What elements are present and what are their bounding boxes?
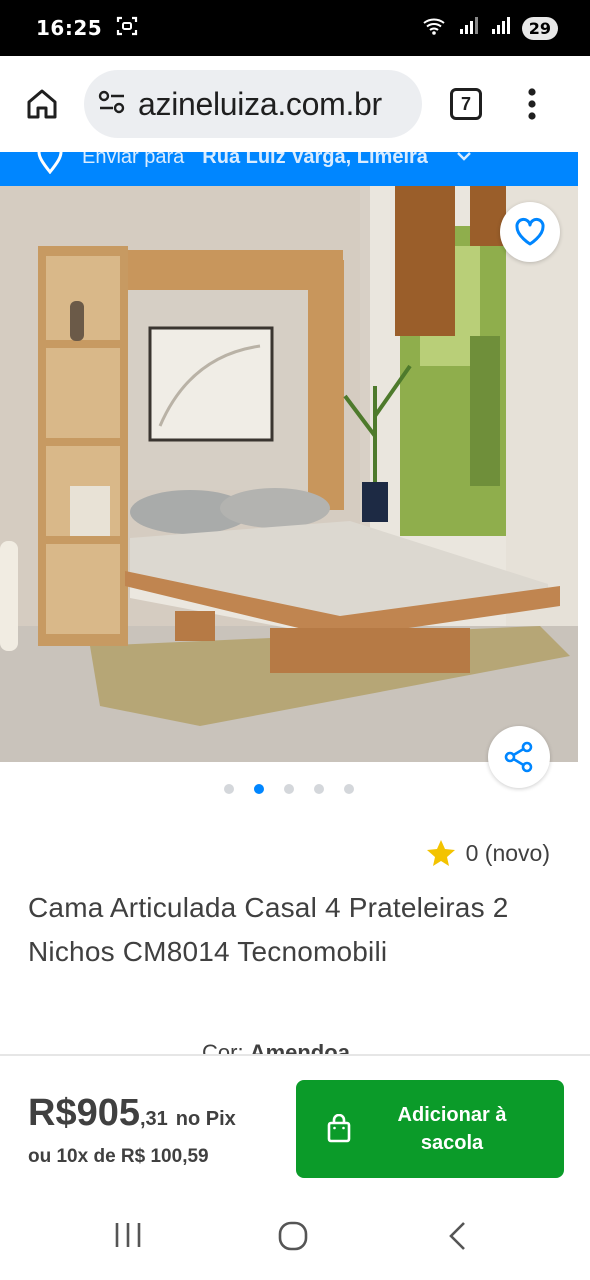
add-to-bag-button[interactable]: Adicionar à sacola xyxy=(296,1080,564,1178)
back-button[interactable] xyxy=(446,1220,470,1257)
chevron-down-icon xyxy=(457,152,471,161)
address-bar[interactable]: azineluiza.com.br xyxy=(84,70,422,138)
price-cents: ,31 xyxy=(139,1108,168,1130)
tab-switcher-button[interactable]: 7 xyxy=(430,56,502,152)
product-rating[interactable]: 0 (novo) xyxy=(426,838,550,868)
share-button[interactable] xyxy=(488,726,550,788)
signal-icon-2 xyxy=(490,16,512,41)
home-circle-icon xyxy=(278,1221,308,1251)
heart-icon xyxy=(515,218,545,246)
price-main: R$905 xyxy=(28,1092,140,1134)
screenshot-icon xyxy=(116,15,138,42)
gallery-dot[interactable] xyxy=(224,784,234,794)
location-pin-icon xyxy=(37,152,63,174)
signal-icon xyxy=(458,16,480,41)
status-bar: 16:25 29 xyxy=(0,0,590,56)
share-icon xyxy=(504,741,533,773)
delivery-location-bar[interactable]: Enviar para Rua Luiz Varga, Limeira xyxy=(0,152,578,186)
gallery-dot[interactable] xyxy=(284,784,294,794)
tab-count: 7 xyxy=(450,88,482,120)
gallery-dot[interactable] xyxy=(254,784,264,794)
purchase-panel: R$905 ,31 no Pix ou 10x de R$ 100,59 Adi… xyxy=(0,1054,590,1190)
price-method: no Pix xyxy=(175,1108,236,1130)
browser-menu-button[interactable] xyxy=(502,56,562,152)
product-photo xyxy=(0,186,578,762)
home-icon xyxy=(27,89,57,119)
home-button[interactable] xyxy=(0,56,84,152)
recent-apps-button[interactable] xyxy=(112,1220,144,1255)
url-text[interactable]: azineluiza.com.br xyxy=(138,86,382,123)
gallery-dot[interactable] xyxy=(314,784,324,794)
wifi-icon xyxy=(422,16,448,41)
browser-toolbar: azineluiza.com.br 7 xyxy=(0,56,590,152)
product-image[interactable] xyxy=(0,186,578,762)
home-nav-button[interactable] xyxy=(277,1220,309,1257)
gallery-dot[interactable] xyxy=(344,784,354,794)
site-settings-icon[interactable] xyxy=(98,89,126,120)
installments: ou 10x de R$ 100,59 xyxy=(28,1146,209,1167)
system-nav-bar xyxy=(0,1190,590,1280)
add-to-bag-label: Adicionar à sacola xyxy=(397,1104,507,1154)
shopping-bag-icon xyxy=(327,1114,351,1143)
gallery-pagination xyxy=(0,784,578,794)
back-chevron-icon xyxy=(449,1222,465,1250)
more-vert-icon xyxy=(528,88,536,120)
favorite-button[interactable] xyxy=(500,202,560,262)
recents-icon xyxy=(115,1223,141,1247)
battery-indicator: 29 xyxy=(521,16,558,40)
product-title: Cama Articulada Casal 4 Prateleiras 2 Ni… xyxy=(28,892,509,967)
rating-text: 0 (novo) xyxy=(465,839,550,866)
delivery-prefix: Enviar para xyxy=(82,152,185,168)
delivery-address: Rua Luiz Varga, Limeira xyxy=(202,152,428,168)
star-icon xyxy=(426,840,455,866)
price: R$905 ,31 no Pix xyxy=(28,1092,236,1135)
status-time: 16:25 xyxy=(36,16,103,40)
